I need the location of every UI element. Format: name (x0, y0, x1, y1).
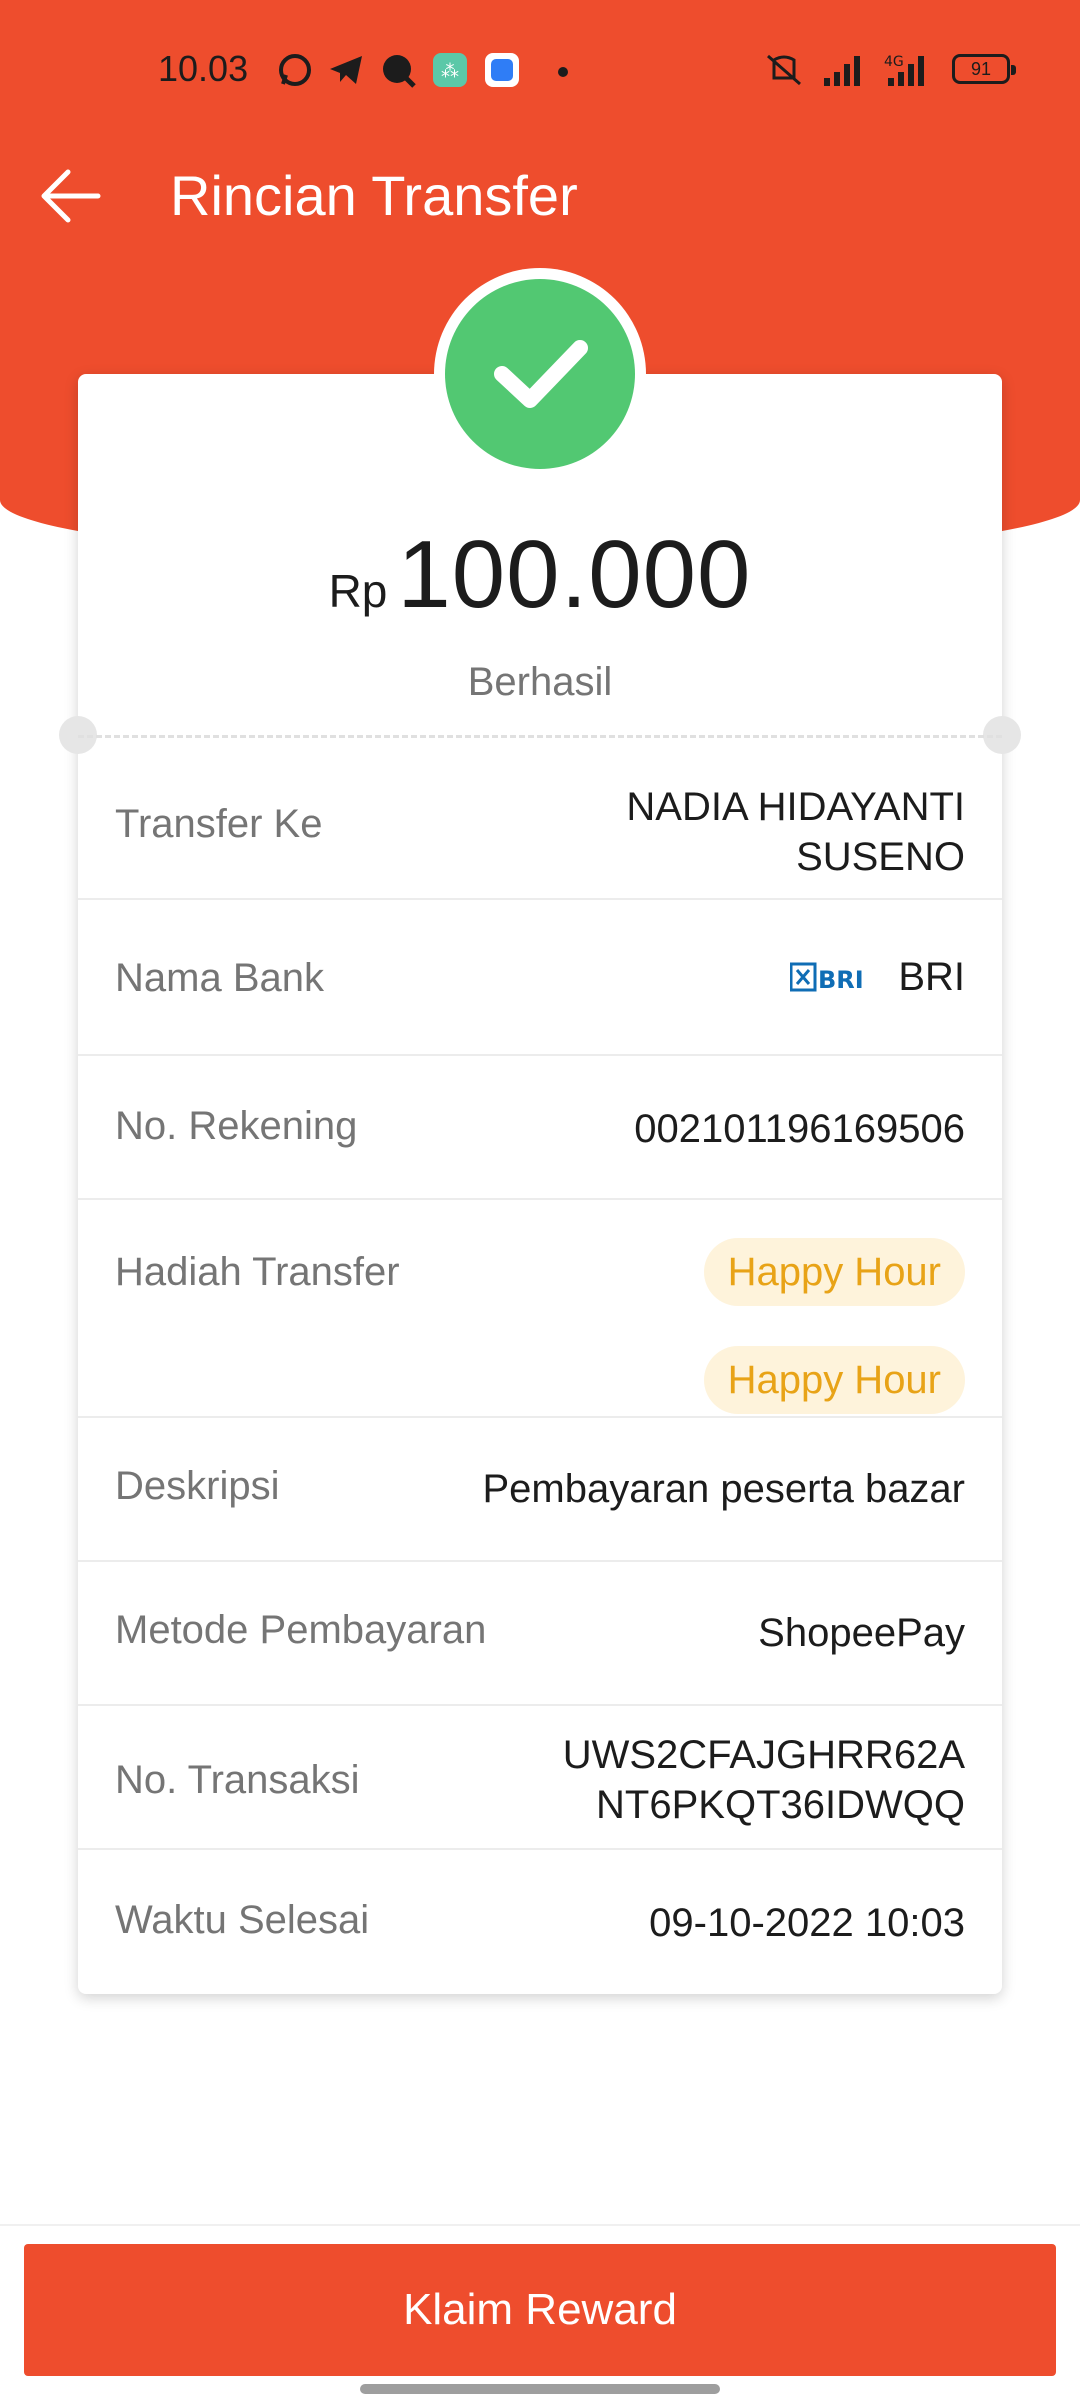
bank-name-value: BRI (898, 955, 965, 999)
account-number-label: No. Rekening (115, 1104, 358, 1148)
detail-row-description: Deskripsi Pembayaran peserta bazar (78, 1416, 1002, 1562)
app-notification-icon-2 (482, 50, 522, 90)
transfer-reward-label: Hadiah Transfer (115, 1250, 400, 1294)
home-indicator[interactable] (360, 2384, 720, 2394)
battery-icon: 91 (952, 54, 1016, 84)
transfer-amount: Rp 100.000 (78, 520, 1002, 630)
svg-text:⁂: ⁂ (441, 61, 459, 82)
completed-time-label: Waktu Selesai (115, 1898, 370, 1942)
detail-row-transfer-to: Transfer Ke NADIA HIDAYANTI SUSENO (78, 740, 1002, 900)
signal-4g-icon: 4G (884, 50, 924, 90)
account-number-value: 002101196169506 (634, 1107, 965, 1151)
completed-time-value: 09-10-2022 10:03 (649, 1901, 965, 1945)
amount-currency: Rp (328, 565, 388, 617)
transfer-to-value-line1: NADIA HIDAYANTI (626, 785, 965, 829)
bank-name-label: Nama Bank (115, 956, 324, 1000)
reward-badge-happy-hour-2: Happy Hour (703, 1346, 965, 1414)
page-title: Rincian Transfer (170, 164, 578, 227)
status-bar: 10.03 ⁂ 4G 91 (0, 40, 1080, 100)
detail-row-account-number: No. Rekening 002101196169506 (78, 1054, 1002, 1200)
detail-row-bank-name: Nama Bank BRI BRI (78, 898, 1002, 1054)
svg-text:4G: 4G (884, 54, 904, 70)
whatsapp-icon (275, 50, 315, 90)
footer-divider (0, 2224, 1080, 2226)
detail-row-transfer-reward: Hadiah Transfer Happy Hour Happy Hour (78, 1198, 1002, 1418)
transaction-number-line2: NT6PKQT36IDWQQ (596, 1783, 965, 1827)
transfer-to-label: Transfer Ke (115, 802, 323, 846)
back-button[interactable] (36, 160, 108, 232)
signal-icon (822, 50, 862, 90)
description-value: Pembayaran peserta bazar (482, 1467, 966, 1511)
svg-text:BRI: BRI (818, 966, 862, 994)
app-notification-icon: ⁂ (430, 50, 470, 90)
detail-row-transaction-number: No. Transaksi UWS2CFAJGHRR62A NT6PKQT36I… (78, 1704, 1002, 1850)
bri-logo-icon: BRI (790, 962, 862, 994)
chat-bubble-icon (378, 50, 418, 90)
transfer-to-value: NADIA HIDAYANTI SUSENO (626, 782, 965, 882)
transfer-status: Berhasil (467, 660, 613, 704)
perforation-divider (78, 735, 1002, 738)
payment-method-value: ShopeePay (758, 1611, 965, 1655)
description-label: Deskripsi (115, 1464, 280, 1508)
detail-row-payment-method: Metode Pembayaran ShopeePay (78, 1560, 1002, 1706)
reward-badge-happy-hour: Happy Hour (703, 1238, 965, 1306)
detail-row-completed-time: Waktu Selesai 09-10-2022 10:03 (78, 1848, 1002, 1994)
transaction-number-line1: UWS2CFAJGHRR62A (562, 1733, 965, 1777)
success-check-icon (445, 279, 635, 469)
status-time: 10.03 (158, 48, 249, 89)
payment-method-label: Metode Pembayaran (115, 1608, 487, 1652)
claim-reward-button[interactable]: Klaim Reward (24, 2244, 1056, 2376)
transfer-detail-screen: 10.03 ⁂ 4G 91 Rincian Transfer Rp 100.00… (0, 0, 1080, 2400)
telegram-icon (326, 50, 366, 90)
mute-icon (762, 50, 802, 90)
transaction-number-label: No. Transaksi (115, 1758, 360, 1802)
more-notifications-dot (558, 67, 568, 77)
amount-value: 100.000 (397, 521, 752, 628)
transaction-number-value: UWS2CFAJGHRR62A NT6PKQT36IDWQQ (563, 1730, 965, 1830)
arrow-left-icon (41, 169, 101, 223)
transfer-to-value-line2: SUSENO (796, 835, 965, 879)
